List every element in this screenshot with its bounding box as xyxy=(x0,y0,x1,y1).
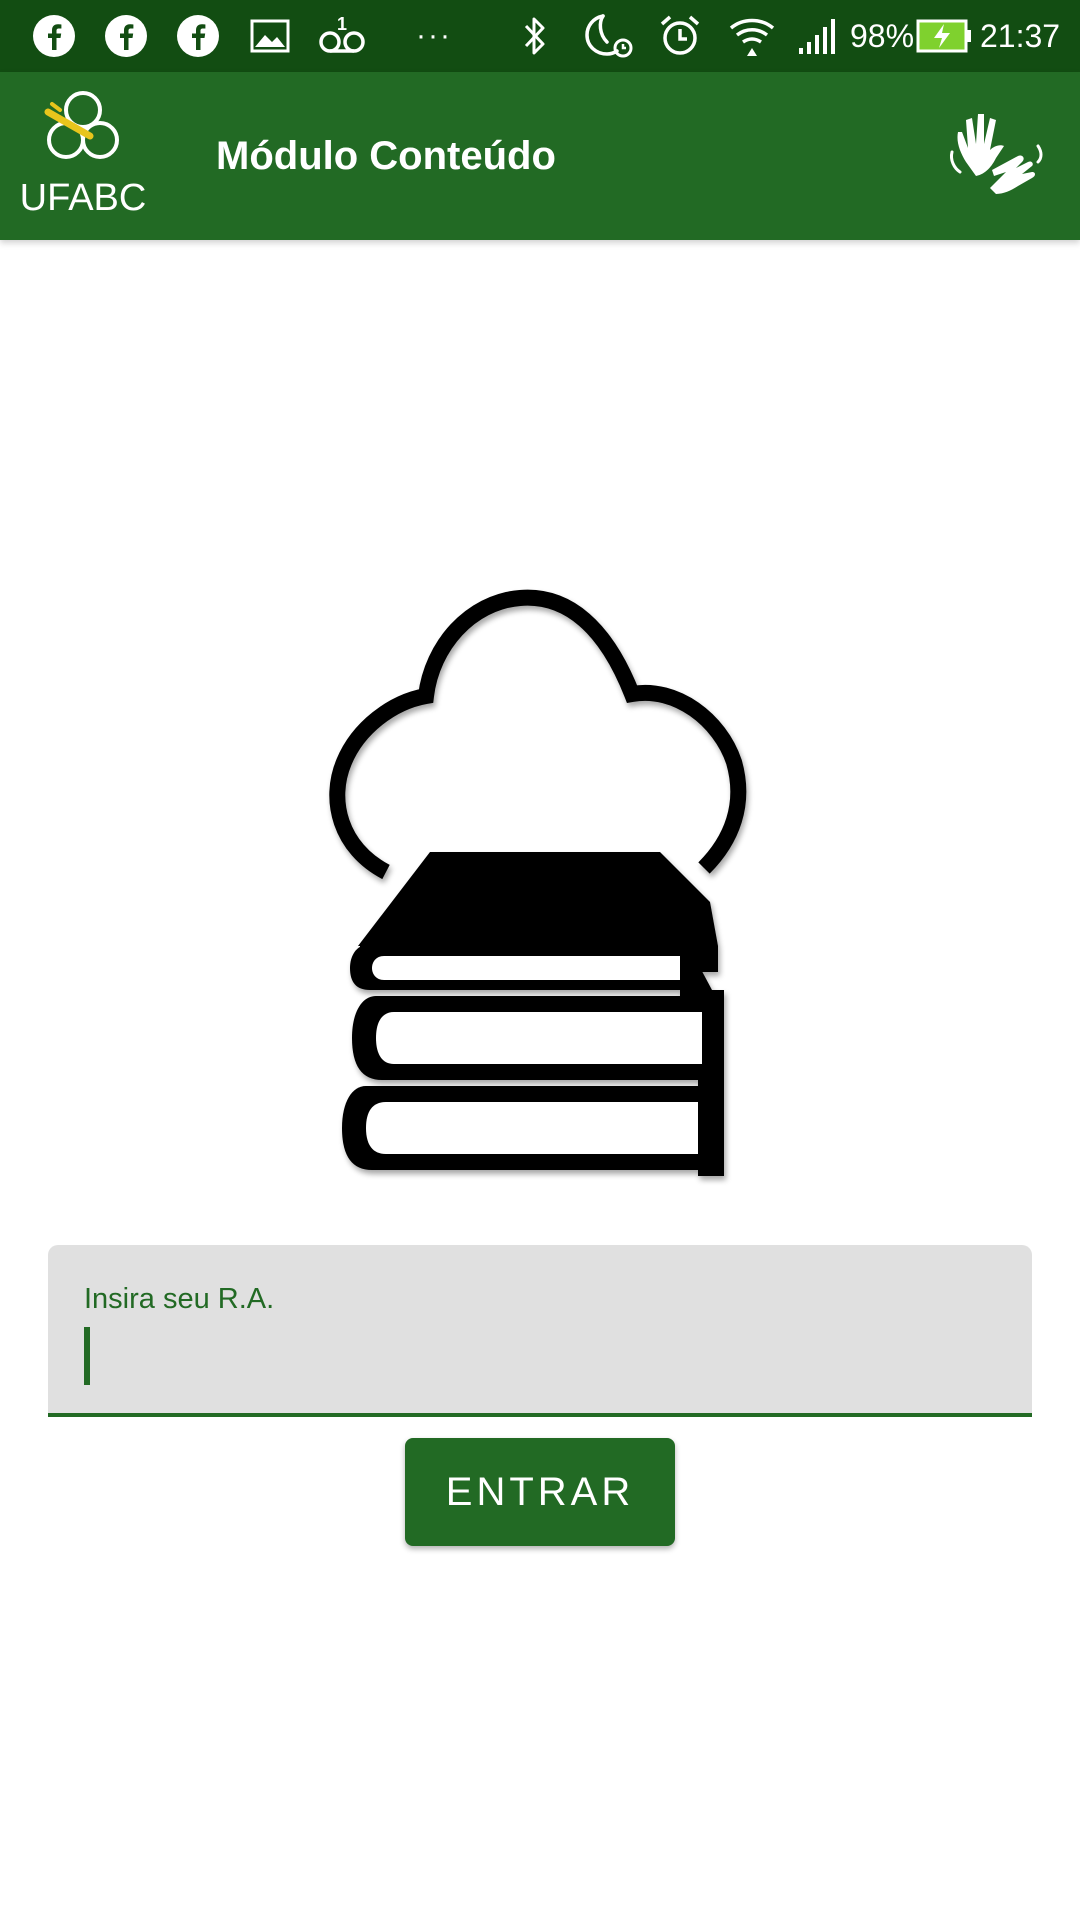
ra-field-label: Insira seu R.A. xyxy=(84,1283,275,1315)
alarm-icon xyxy=(656,10,704,62)
sign-language-hands-icon[interactable] xyxy=(946,102,1046,202)
overflow-dots: ··· xyxy=(416,19,452,52)
battery-percent: 98% xyxy=(850,18,915,54)
cloud-books-icon xyxy=(300,580,780,1200)
battery-charging-icon xyxy=(916,10,972,62)
logo-text: UFABC xyxy=(19,177,147,219)
bluetooth-icon xyxy=(520,10,550,62)
enter-button[interactable]: ENTRAR xyxy=(405,1438,675,1546)
facebook-icon xyxy=(174,10,222,62)
app-title: Módulo Conteúdo xyxy=(216,134,556,178)
signal-icon xyxy=(796,10,842,62)
facebook-icon xyxy=(30,10,78,62)
clock-time: 21:37 xyxy=(980,18,1061,54)
voicemail-icon: 1 xyxy=(316,10,368,62)
status-bar: 1 ··· 98% 21:37 xyxy=(0,0,1080,72)
app-bar: UFABC Módulo Conteúdo xyxy=(0,72,1080,240)
wifi-icon xyxy=(726,10,778,62)
ra-field[interactable]: Insira seu R.A. xyxy=(48,1245,1032,1417)
ra-input[interactable] xyxy=(84,1325,984,1389)
do-not-disturb-alarm-icon xyxy=(580,10,638,62)
ufabc-logo-emblem xyxy=(44,91,119,159)
ufabc-logo: UFABC xyxy=(18,90,148,220)
image-icon xyxy=(248,10,292,62)
svg-text:1: 1 xyxy=(337,14,347,34)
facebook-icon xyxy=(102,10,150,62)
